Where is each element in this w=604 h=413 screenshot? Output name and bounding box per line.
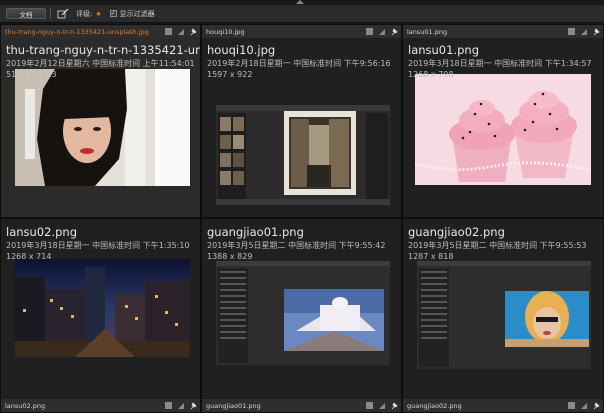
thumbnail-cell[interactable]: guangjiao02.png 2019年3月5日星期二 中国标准时间 下午9:…	[402, 218, 604, 413]
cell-filename: thu-trang-nguy-n-tr-n-1335421-unsplash.j…	[5, 27, 149, 36]
label-icon[interactable]	[567, 27, 576, 36]
rating-icon[interactable]	[579, 401, 588, 410]
pin-icon[interactable]	[389, 27, 398, 36]
thumbnail-cell[interactable]: houqi10.jpg houqi10.jpg 2019年2月18日星期一 中国…	[201, 24, 402, 218]
rating-label: 评级:	[76, 9, 93, 18]
thumbnail-grid: thu-trang-nguy-n-tr-n-1335421-unsplash.j…	[0, 24, 604, 413]
image-name: guangjiao02.png	[408, 226, 505, 239]
cell-filename: lansu01.png	[407, 27, 448, 36]
image-name: thu-trang-nguy-n-tr-n-1335421-unsplash.j…	[6, 44, 200, 57]
label-icon[interactable]	[567, 401, 576, 410]
pin-icon[interactable]	[188, 27, 197, 36]
pin-icon[interactable]	[591, 27, 600, 36]
rating-icon[interactable]	[377, 401, 386, 410]
cell-metadata: lansu02.png 2019年3月18日星期一 中国标准时间 下午1:35:…	[6, 226, 200, 262]
cell-footer: guangjiao01.png	[202, 399, 401, 412]
image-thumbnail[interactable]	[216, 105, 390, 205]
image-date: 2019年2月18日星期一 中国标准时间 下午9:56:16	[207, 59, 391, 68]
cell-metadata: lansu01.png 2019年3月18日星期一 中国标准时间 下午1:34:…	[408, 44, 603, 80]
image-dimensions: 1287 x 818	[408, 252, 454, 261]
image-date: 2019年3月18日星期一 中国标准时间 下午1:35:10	[6, 241, 190, 250]
pin-icon[interactable]	[591, 401, 600, 410]
cell-header: thu-trang-nguy-n-tr-n-1335421-unsplash.j…	[1, 25, 200, 38]
image-name: houqi10.jpg	[207, 44, 276, 57]
image-date: 2019年3月5日星期二 中国标准时间 下午9:55:42	[207, 241, 386, 250]
cell-metadata: guangjiao02.png 2019年3月5日星期二 中国标准时间 下午9:…	[408, 226, 603, 262]
edit-icon[interactable]	[56, 8, 70, 19]
label-icon[interactable]	[164, 27, 173, 36]
image-date: 2019年3月18日星期一 中国标准时间 下午1:34:57	[408, 59, 592, 68]
cell-filename: guangjiao02.png	[407, 401, 462, 410]
image-name: guangjiao01.png	[207, 226, 304, 239]
thumbnail-cell[interactable]: thu-trang-nguy-n-tr-n-1335421-unsplash.j…	[0, 24, 201, 218]
show-filter-label: 显示过滤器	[119, 9, 155, 18]
label-icon[interactable]	[365, 27, 374, 36]
image-thumbnail[interactable]	[15, 259, 190, 357]
image-date: 2019年3月5日星期二 中国标准时间 下午9:55:53	[408, 241, 587, 250]
label-icon[interactable]	[164, 401, 173, 410]
thumbnail-cell[interactable]: lansu02.png 2019年3月18日星期一 中国标准时间 下午1:35:…	[0, 218, 201, 413]
thumbnail-cell[interactable]: lansu01.png lansu01.png 2019年3月18日星期一 中国…	[402, 24, 604, 218]
image-thumbnail[interactable]	[216, 261, 390, 365]
label-icon[interactable]	[365, 401, 374, 410]
pin-icon[interactable]	[188, 401, 197, 410]
toolbar: 文档 评级: ★ ✓ 显示过滤器	[0, 5, 604, 23]
thumbnail-cell[interactable]: guangjiao01.png 2019年3月5日星期二 中国标准时间 下午9:…	[201, 218, 402, 413]
image-date: 2019年2月12日星期六 中国标准时间 上午11:54:01	[6, 59, 195, 68]
image-thumbnail[interactable]	[415, 74, 591, 185]
cell-metadata: thu-trang-nguy-n-tr-n-1335421-unsplash.j…	[6, 44, 200, 80]
rating-icon[interactable]	[377, 27, 386, 36]
toolbar-divider	[50, 8, 51, 19]
rating-filter[interactable]: ★	[95, 10, 101, 18]
image-thumbnail[interactable]	[417, 261, 591, 369]
pin-icon[interactable]	[389, 401, 398, 410]
cell-metadata: guangjiao01.png 2019年3月5日星期二 中国标准时间 下午9:…	[207, 226, 401, 262]
document-button[interactable]: 文档	[6, 8, 46, 19]
cell-filename: houqi10.jpg	[206, 27, 245, 36]
image-dimensions: 1268 x 714	[6, 252, 52, 261]
cell-metadata: houqi10.jpg 2019年2月18日星期一 中国标准时间 下午9:56:…	[207, 44, 401, 80]
cell-footer: guangjiao02.png	[403, 399, 603, 412]
image-name: lansu02.png	[6, 226, 77, 239]
cell-filename: lansu02.png	[5, 401, 46, 410]
show-filter-checkbox[interactable]: ✓	[109, 10, 117, 17]
image-thumbnail[interactable]	[15, 69, 190, 186]
image-name: lansu01.png	[408, 44, 479, 57]
cell-header: lansu01.png	[403, 25, 603, 38]
rating-icon[interactable]	[176, 27, 185, 36]
image-dimensions: 5120 x 3413	[6, 70, 57, 79]
collapse-arrow-icon[interactable]	[296, 0, 304, 4]
image-dimensions: 1597 x 922	[207, 70, 253, 79]
image-dimensions: 1388 x 829	[207, 252, 253, 261]
rating-icon[interactable]	[579, 27, 588, 36]
image-dimensions: 1268 x 798	[408, 70, 454, 79]
cell-footer: lansu02.png	[1, 399, 200, 412]
cell-header: houqi10.jpg	[202, 25, 401, 38]
rating-icon[interactable]	[176, 401, 185, 410]
cell-filename: guangjiao01.png	[206, 401, 261, 410]
